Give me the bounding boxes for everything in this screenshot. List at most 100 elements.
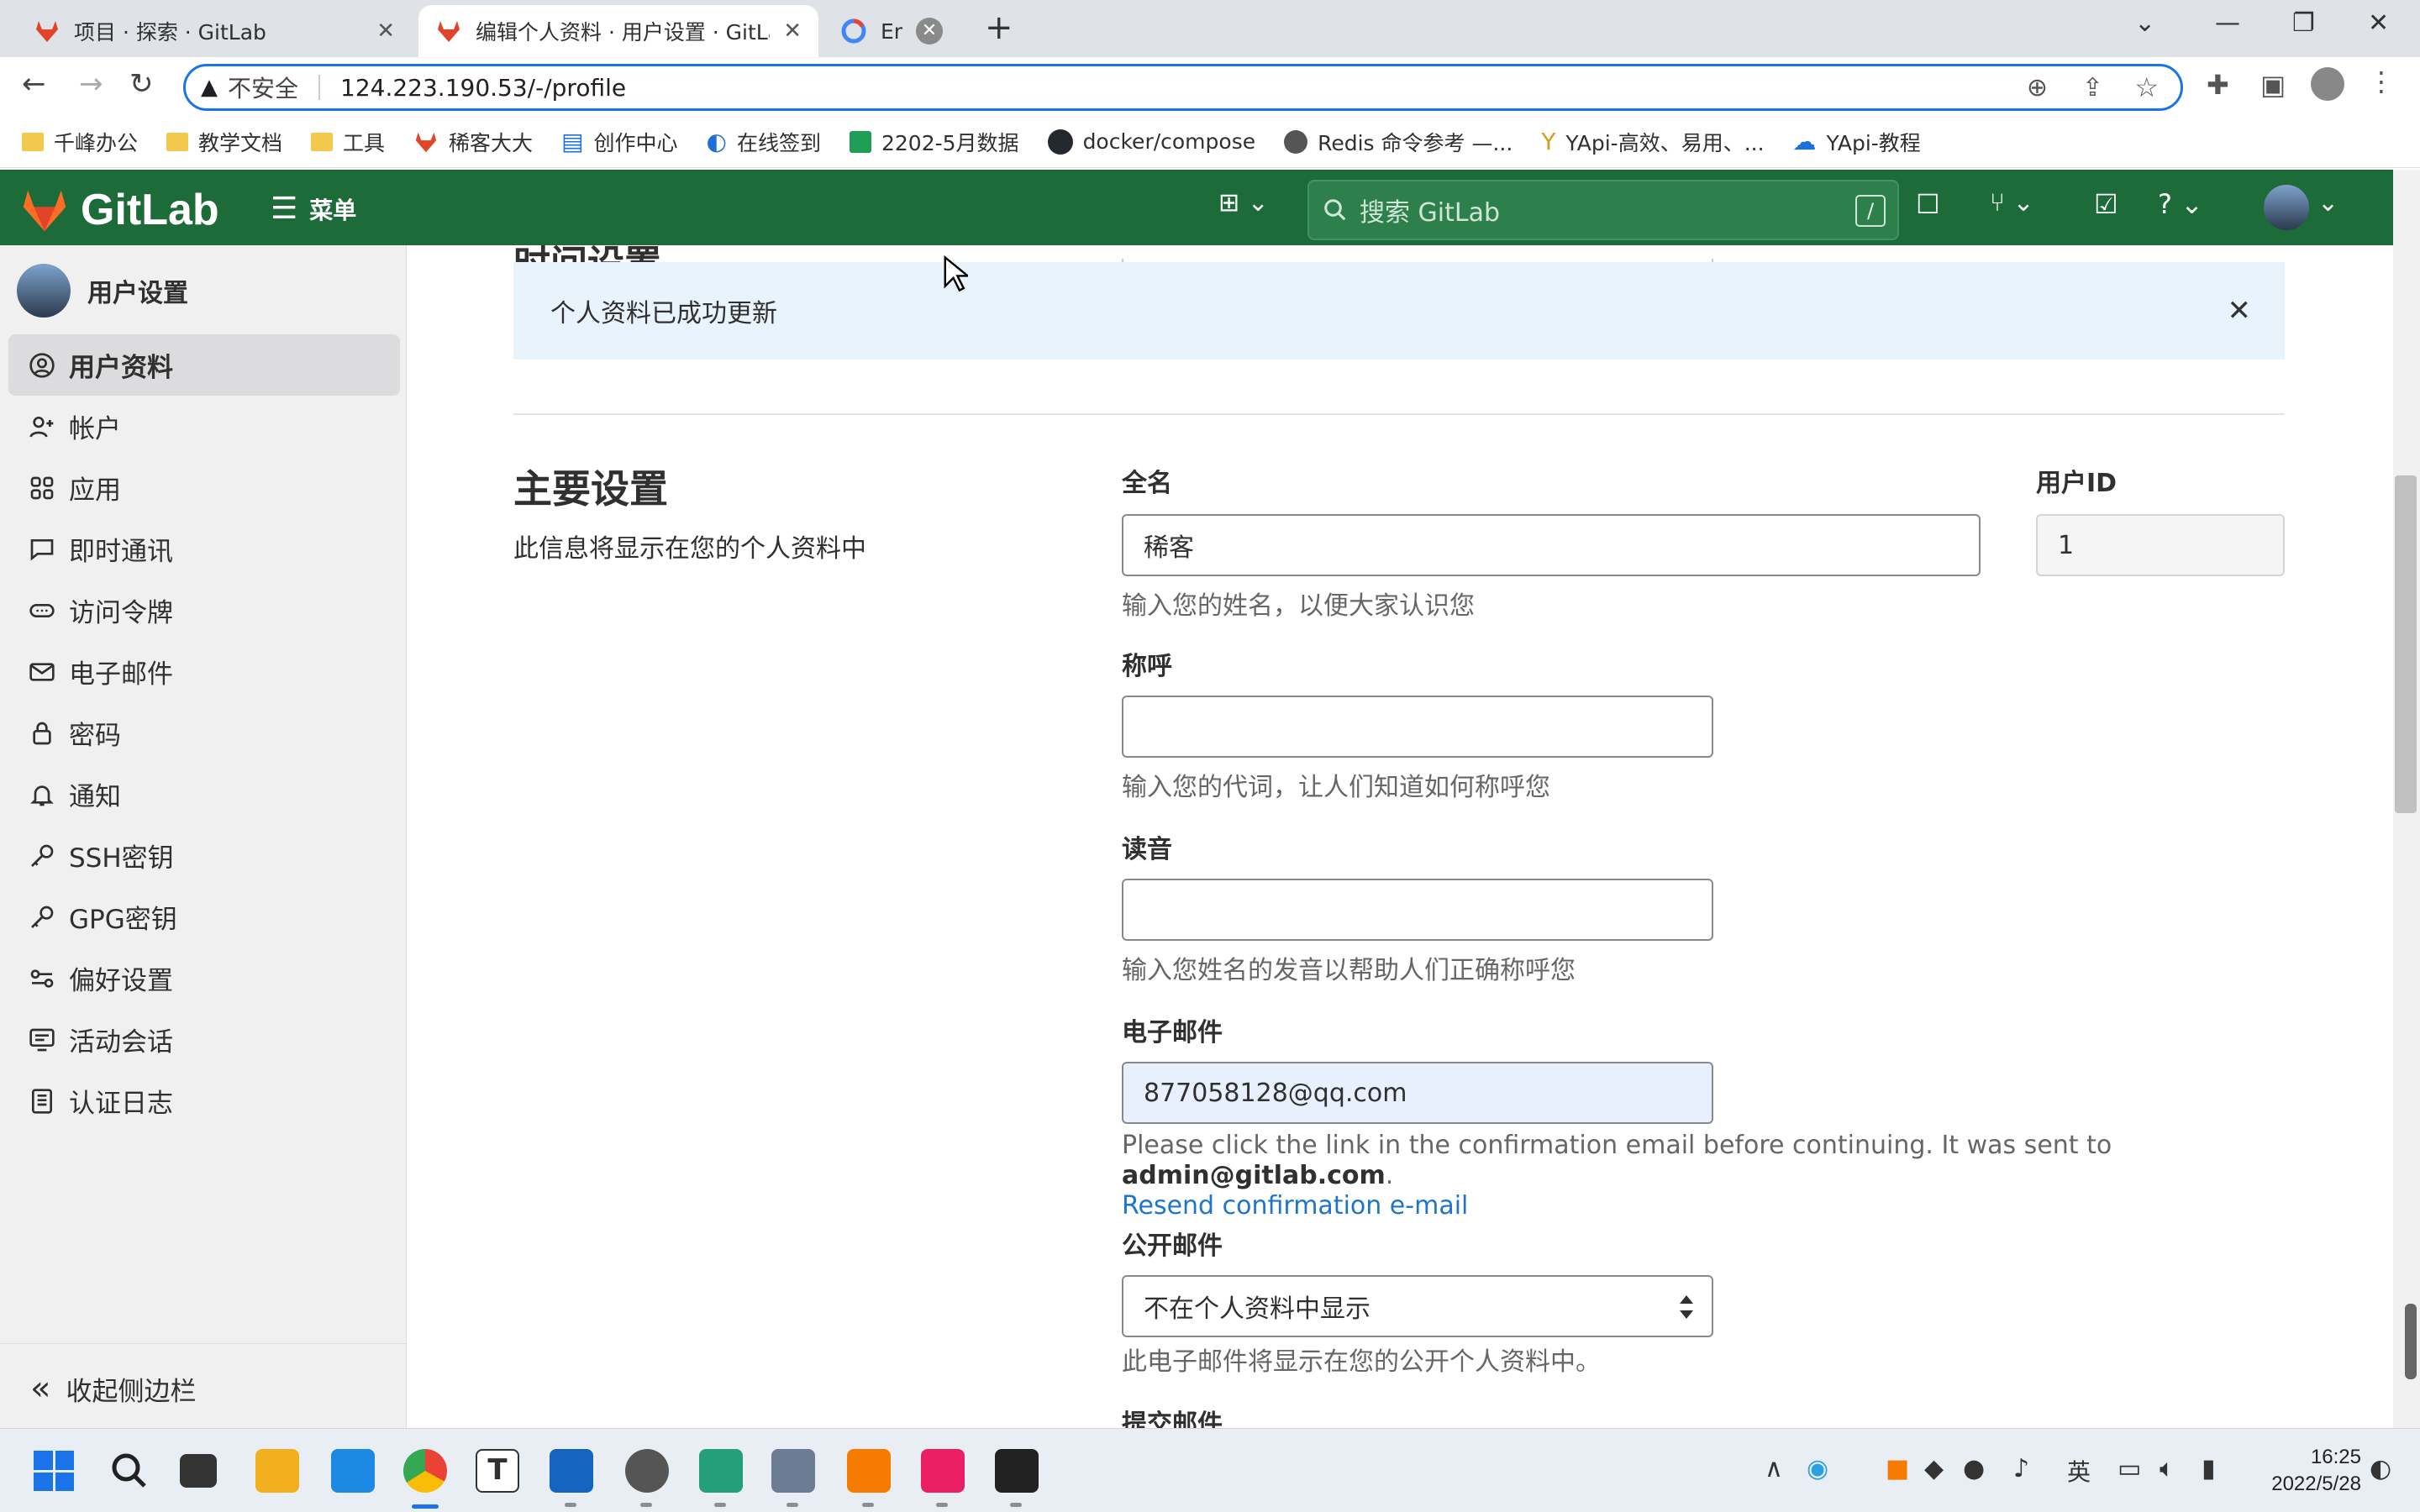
new-tab-button[interactable]: + <box>985 8 1013 47</box>
search-input[interactable]: 搜索 GitLab / <box>1307 180 1899 240</box>
profile-avatar-icon[interactable] <box>2311 67 2344 101</box>
app-icon[interactable] <box>550 1449 593 1493</box>
back-arrow-icon[interactable]: ← <box>22 67 46 101</box>
issues-icon[interactable]: ☐ <box>1916 188 1940 220</box>
tray-app-icon[interactable]: ◉ <box>1807 1454 1828 1483</box>
side-panel-icon[interactable]: ▣ <box>2260 69 2286 101</box>
bookmark-item[interactable]: 2202-5月数据 <box>850 127 1019 157</box>
bookmark-star-icon[interactable]: ☆ <box>2134 71 2159 103</box>
sidebar-item-account[interactable]: 帐户 <box>8 396 400 457</box>
system-clock[interactable]: 16:25 2022/5/28 <box>2271 1444 2361 1498</box>
bookmark-item[interactable]: 稀客大大 <box>413 127 533 157</box>
todo-icon[interactable]: ☑ <box>2094 188 2118 220</box>
app-icon[interactable] <box>699 1449 743 1493</box>
merge-requests-icon[interactable]: ⑂ ⌄ <box>1990 188 2034 218</box>
tab-search-chevron-icon[interactable]: ⌄ <box>2134 8 2155 38</box>
terminal-icon[interactable] <box>995 1449 1039 1493</box>
sidebar-item-applications[interactable]: 应用 <box>8 457 400 518</box>
collapse-sidebar-button[interactable]: « 收起侧边栏 <box>30 1369 196 1408</box>
minimize-button[interactable]: — <box>2215 8 2240 38</box>
scrollbar-thumb[interactable] <box>2395 475 2417 813</box>
bookmark-item[interactable]: ▤ 创作中心 <box>561 127 677 157</box>
user-avatar[interactable] <box>2264 185 2309 230</box>
browser-tab-email[interactable]: Ema ✕ <box>823 5 960 57</box>
bookmark-item[interactable]: Y YApi-高效、易用、... <box>1541 127 1764 157</box>
app-icon[interactable] <box>847 1449 891 1493</box>
search-icon[interactable] <box>109 1451 150 1491</box>
sidebar-item-active-sessions[interactable]: 活动会话 <box>8 1009 400 1070</box>
zoom-icon[interactable]: ⊕ <box>2027 73 2048 102</box>
bookmark-item[interactable]: 千峰办公 <box>22 127 138 157</box>
ime-indicator[interactable]: 英 <box>2067 1454 2091 1488</box>
app-icon[interactable] <box>625 1449 669 1493</box>
pronouns-field[interactable] <box>1122 696 1713 758</box>
select-arrows-icon <box>1680 1295 1693 1319</box>
close-icon[interactable]: ✕ <box>376 18 395 44</box>
profile-icon <box>29 352 55 378</box>
notification-icon[interactable]: ◐ <box>2370 1454 2391 1483</box>
microphone-icon[interactable]: ♪ <box>2013 1454 2029 1483</box>
app-icon[interactable] <box>771 1449 815 1493</box>
main-menu-button[interactable]: ☰ 菜单 <box>271 192 356 226</box>
intellij-icon[interactable] <box>921 1449 965 1493</box>
bookmark-item[interactable]: docker/compose <box>1047 129 1255 155</box>
sidebar-item-gpg-keys[interactable]: GPG密钥 <box>8 886 400 948</box>
close-icon[interactable]: ✕ <box>2228 294 2252 328</box>
sign-in-icon: ◐ <box>706 128 727 155</box>
pronunciation-field[interactable] <box>1122 879 1713 941</box>
sidebar-item-chat[interactable]: 即时通讯 <box>8 518 400 580</box>
forward-arrow-icon[interactable]: → <box>79 67 103 101</box>
task-view-icon[interactable] <box>180 1454 217 1488</box>
email-field[interactable]: 877058128@qq.com <box>1122 1062 1713 1124</box>
chevron-down-icon[interactable]: ⌄ <box>2317 188 2338 218</box>
share-icon[interactable]: ⇪ <box>2082 73 2103 102</box>
resend-confirmation-link[interactable]: Resend confirmation e-mail <box>1122 1191 1468 1221</box>
close-icon[interactable]: ✕ <box>783 18 802 44</box>
bookmark-item[interactable]: ◐ 在线签到 <box>707 127 821 157</box>
bookmark-item[interactable]: Redis 命令参考 —... <box>1284 127 1512 157</box>
sidebar-title: 用户设置 <box>87 279 188 308</box>
gitlab-logo[interactable]: GitLab <box>20 185 219 235</box>
sidebar-scrollbar-thumb[interactable] <box>2405 1304 2417 1379</box>
qq-icon[interactable]: ● <box>1963 1454 1985 1483</box>
public-email-select[interactable]: 不在个人资料中显示 <box>1122 1275 1713 1337</box>
window-close-button[interactable]: ✕ <box>2368 8 2389 38</box>
help-icon[interactable]: ? ⌄ <box>2158 188 2203 220</box>
more-menu-icon[interactable]: ⋮ <box>2368 66 2395 97</box>
sidebar-item-auth-log[interactable]: 认证日志 <box>8 1070 400 1131</box>
start-icon[interactable] <box>34 1451 74 1491</box>
gitlab-favicon-icon <box>36 21 58 42</box>
file-explorer-icon[interactable] <box>255 1449 299 1493</box>
new-item-icon[interactable]: ⊞ ⌄ <box>1218 188 1269 218</box>
browser-tab-edit-profile[interactable]: 编辑个人资料 · 用户设置 · GitLab ✕ <box>418 5 818 57</box>
fullname-field[interactable]: 稀客 <box>1122 514 1981 576</box>
typora-icon[interactable]: T <box>476 1449 519 1493</box>
reload-icon[interactable]: ↻ <box>129 67 154 101</box>
sidebar-item-password[interactable]: 密码 <box>8 702 400 764</box>
sidebar-item-preferences[interactable]: 偏好设置 <box>8 948 400 1009</box>
chrome-icon[interactable] <box>403 1449 447 1493</box>
volume-icon[interactable]: 🔈︎ <box>2160 1454 2175 1483</box>
bookmark-item[interactable]: 工具 <box>311 127 385 157</box>
sidebar-item-emails[interactable]: 电子邮件 <box>8 641 400 702</box>
bookmark-item[interactable]: ☁ YApi-教程 <box>1793 127 1921 157</box>
sidebar-item-profile[interactable]: 用户资料 <box>8 334 400 396</box>
clock-time: 16:25 <box>2310 1446 2361 1468</box>
vscode-icon[interactable] <box>331 1449 375 1493</box>
bookmark-item[interactable]: 教学文档 <box>166 127 282 157</box>
tray-app-icon[interactable]: ■ <box>1886 1454 1909 1483</box>
pronouns-label: 称呼 <box>1122 652 1172 681</box>
sidebar-item-ssh-keys[interactable]: SSH密钥 <box>8 825 400 886</box>
network-icon[interactable]: ▭ <box>2118 1454 2141 1483</box>
sidebar-item-notifications[interactable]: 通知 <box>8 764 400 825</box>
sidebar-header[interactable]: 用户设置 <box>17 264 188 318</box>
sidebar-item-access-tokens[interactable]: 访问令牌 <box>8 580 400 641</box>
url-bar[interactable]: ▲ 不安全 124.223.190.53/-/profile ⊕ ⇪ ☆ <box>183 64 2183 111</box>
tray-app-icon[interactable]: ◆ <box>1924 1454 1944 1483</box>
chevron-up-icon[interactable]: ∧ <box>1765 1454 1783 1483</box>
extensions-icon[interactable]: ✚ <box>2207 69 2229 101</box>
close-icon[interactable]: ✕ <box>916 18 943 45</box>
battery-icon[interactable]: ▮ <box>2202 1454 2216 1483</box>
restore-button[interactable]: ❐ <box>2292 8 2315 38</box>
browser-tab-projects[interactable]: 项目 · 探索 · GitLab ✕ <box>17 5 412 57</box>
